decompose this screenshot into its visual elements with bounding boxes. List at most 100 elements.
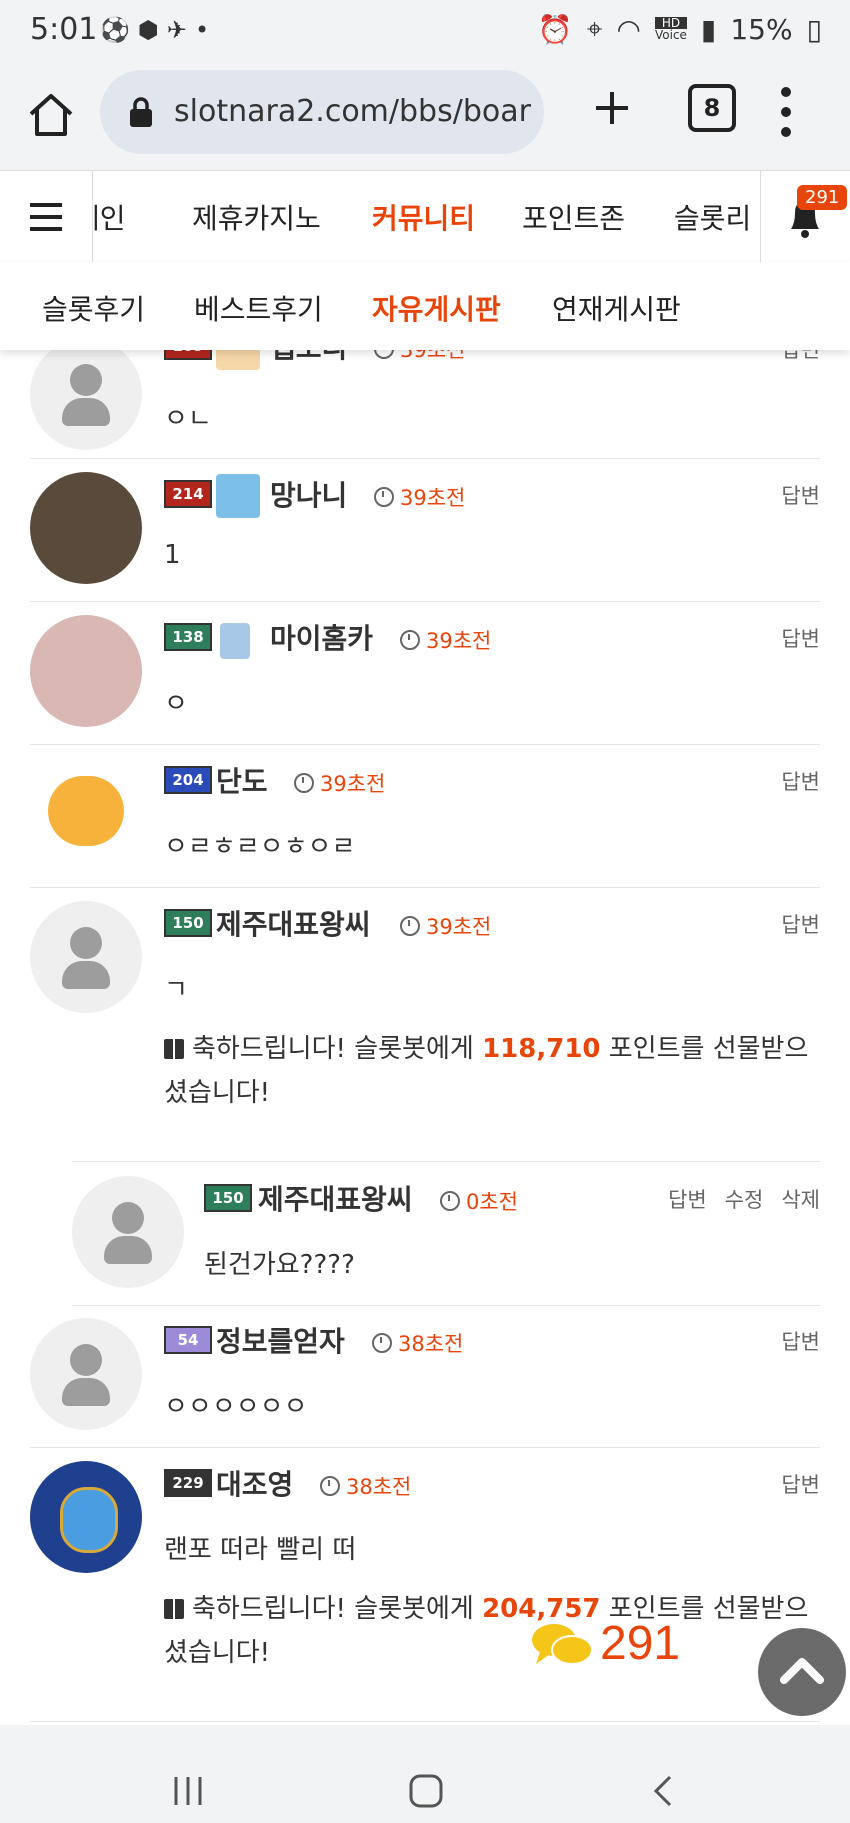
gift-notice: 축하드립니다! 슬롯봇에게 118,710 포인트를 선물받으 셨습니다! bbox=[164, 1034, 809, 1108]
delete-button[interactable]: 삭제 bbox=[781, 1188, 820, 1212]
avatar bbox=[30, 901, 142, 1013]
comment-actions: 답변 bbox=[763, 623, 820, 653]
system-nav-bar bbox=[0, 1725, 850, 1823]
comment-time: 38초전 bbox=[372, 1328, 463, 1358]
home-icon[interactable] bbox=[26, 90, 76, 140]
clock-icon bbox=[372, 1333, 392, 1353]
comment-nickname[interactable]: 제주대표왕씨 bbox=[258, 1178, 413, 1218]
scarab-icon bbox=[60, 1487, 118, 1553]
level-badge: 214 bbox=[164, 480, 212, 508]
comment-item: 214 망나니 39초전 답변 1 bbox=[30, 458, 820, 602]
comment-item: 54 정보를얻자 38초전 답변 ㅇㅇㅇㅇㅇㅇ bbox=[30, 1304, 820, 1448]
comment-text: 된건가요???? bbox=[204, 1250, 355, 1280]
comment-time: 0초전 bbox=[440, 1186, 518, 1216]
hd-voice-icon: HD Voice bbox=[654, 17, 687, 41]
reply-button[interactable]: 답변 bbox=[668, 1188, 707, 1212]
comment-time: 39초전 bbox=[400, 911, 491, 941]
comment-actions: 답변 bbox=[763, 480, 820, 510]
gift-icon bbox=[164, 1039, 184, 1059]
battery-icon: ▯ bbox=[806, 12, 822, 46]
clock-icon bbox=[320, 1476, 340, 1496]
new-tab-icon[interactable] bbox=[590, 86, 634, 130]
tab-free-board[interactable]: 자유게시판 bbox=[372, 288, 501, 328]
back-nav-icon[interactable] bbox=[644, 1771, 684, 1811]
url-text: slotnara2.com/bbs/boar bbox=[174, 94, 531, 129]
level-badge: 204 bbox=[164, 766, 212, 794]
tab-serial-board[interactable]: 연재게시판 bbox=[552, 288, 681, 328]
comment-item: 169 웹도리 39초전 답변 ㅇㄴ bbox=[30, 340, 820, 459]
more-options-icon[interactable] bbox=[780, 84, 792, 140]
status-bar: 5:01 ⚽⬢✈• ⏰ ⌖ ◠ HD Voice ▮ 15% ▯ bbox=[0, 0, 850, 62]
comment-time: 39초전 bbox=[294, 768, 385, 798]
avatar bbox=[30, 758, 142, 870]
user-icon bbox=[216, 474, 260, 518]
site-nav-items: 메인 제휴카지노 커뮤니티 포인트존 슬롯리 bbox=[92, 171, 760, 263]
edit-button[interactable]: 수정 bbox=[725, 1188, 764, 1212]
level-badge: 138 bbox=[164, 623, 212, 651]
avatar bbox=[72, 1176, 184, 1288]
clock-icon bbox=[294, 773, 314, 793]
scroll-to-top-button[interactable] bbox=[758, 1628, 846, 1716]
chat-count: 291 bbox=[600, 1617, 681, 1670]
ryan-character-icon bbox=[48, 776, 124, 846]
comment-item: 204 단도 39초전 답변 ㅇㄹㅎㄹㅇㅎㅇㄹ bbox=[30, 744, 820, 888]
clock-icon bbox=[400, 630, 420, 650]
recent-apps-icon[interactable] bbox=[168, 1771, 208, 1811]
dot-icon: • bbox=[194, 16, 218, 44]
comment-actions: 답변 bbox=[763, 766, 820, 796]
comment-text: ㅇ bbox=[164, 689, 188, 719]
avatar bbox=[30, 472, 142, 584]
reply-button[interactable]: 답변 bbox=[781, 1330, 820, 1354]
avatar bbox=[30, 615, 142, 727]
comment-actions: 답변 bbox=[763, 1469, 820, 1499]
level-badge: 229 bbox=[164, 1469, 212, 1497]
soccer-icon: ⚽ bbox=[100, 16, 138, 44]
battery-percent: 15% bbox=[730, 12, 793, 46]
comment-item: 150 제주대표왕씨 39초전 답변 ㄱ 축하드립니다! 슬롯봇에게 118,7… bbox=[30, 887, 820, 1161]
comment-time: 39초전 bbox=[400, 625, 491, 655]
comment-nickname[interactable]: 제주대표왕씨 bbox=[216, 903, 371, 943]
comment-text: 랜포 떠라 빨리 떠 bbox=[164, 1535, 357, 1565]
clock-icon bbox=[440, 1191, 460, 1211]
clock-icon bbox=[374, 487, 394, 507]
nav-item-slot[interactable]: 슬롯리 bbox=[674, 197, 751, 237]
comment-actions: 답변 bbox=[763, 909, 820, 939]
comment-item: 138 마이홈카 39초전 답변 ㅇ bbox=[30, 601, 820, 745]
comment-nickname[interactable]: 망나니 bbox=[270, 474, 347, 514]
reply-button[interactable]: 답변 bbox=[781, 484, 820, 508]
comment-text: ㅇㅇㅇㅇㅇㅇ bbox=[164, 1392, 308, 1422]
shield-icon: ⬢ bbox=[137, 16, 167, 44]
nav-item-community[interactable]: 커뮤니티 bbox=[372, 197, 475, 237]
comment-nickname[interactable]: 단도 bbox=[216, 760, 268, 800]
nav-item-point-zone[interactable]: 포인트존 bbox=[522, 197, 625, 237]
level-badge: 150 bbox=[204, 1184, 252, 1212]
hamburger-menu-icon[interactable] bbox=[0, 171, 93, 263]
site-nav: 메인 제휴카지노 커뮤니티 포인트존 슬롯리 291 bbox=[0, 170, 850, 264]
url-bar[interactable]: slotnara2.com/bbs/boar bbox=[100, 70, 544, 154]
clock-icon bbox=[400, 916, 420, 936]
comment-nickname[interactable]: 마이홈카 bbox=[270, 617, 373, 657]
comment-text: ㄱ bbox=[164, 975, 188, 1005]
notification-button[interactable]: 291 bbox=[760, 171, 850, 263]
status-right-icons: ⏰ ⌖ ◠ HD Voice ▮ 15% ▯ bbox=[538, 12, 822, 46]
avatar bbox=[30, 1318, 142, 1430]
reply-button[interactable]: 답변 bbox=[781, 1473, 820, 1497]
comment-nickname[interactable]: 정보를얻자 bbox=[216, 1320, 345, 1360]
chat-count-button[interactable]: 291 bbox=[530, 1612, 700, 1682]
wifi-icon: ◠ bbox=[616, 12, 641, 46]
reply-button[interactable]: 답변 bbox=[781, 627, 820, 651]
tab-switcher-button[interactable]: 8 bbox=[688, 84, 736, 132]
tab-best-review[interactable]: 베스트후기 bbox=[194, 288, 323, 328]
notification-badge: 291 bbox=[797, 185, 848, 210]
nav-item-main[interactable]: 메인 bbox=[92, 197, 126, 237]
reply-button[interactable]: 답변 bbox=[781, 770, 820, 794]
no-signal-icon: ✈ bbox=[166, 16, 195, 44]
home-nav-icon[interactable] bbox=[406, 1771, 446, 1811]
reply-comment-item: 150 제주대표왕씨 0초전 답변 수정 삭제 된건가요???? bbox=[72, 1161, 820, 1306]
nav-item-partner-casino[interactable]: 제휴카지노 bbox=[192, 197, 321, 237]
browser-toolbar: slotnara2.com/bbs/boar 8 bbox=[0, 62, 850, 170]
tab-slot-review[interactable]: 슬롯후기 bbox=[42, 288, 145, 328]
lock-icon bbox=[130, 97, 152, 127]
reply-button[interactable]: 답변 bbox=[781, 913, 820, 937]
comment-nickname[interactable]: 대조영 bbox=[216, 1463, 293, 1503]
